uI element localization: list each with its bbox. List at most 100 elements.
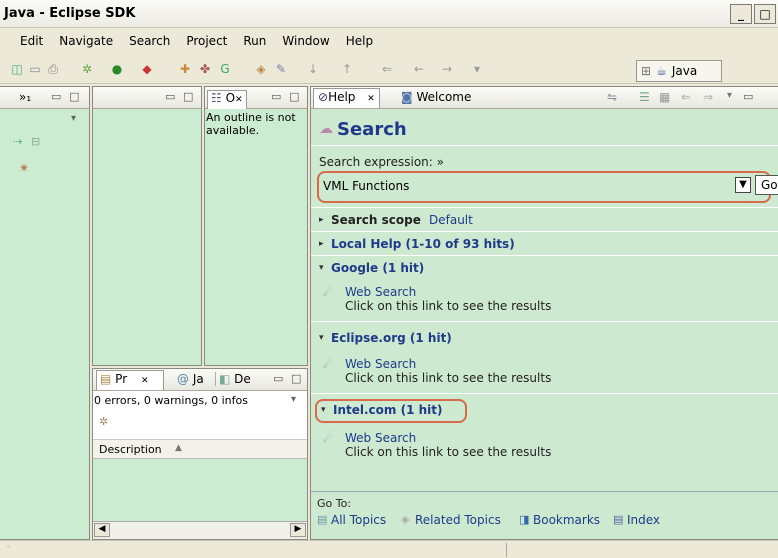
open-type-icon[interactable]: ◈ xyxy=(254,62,268,76)
web-search-icon: ☄ xyxy=(323,285,334,299)
editor-area: ▭ □ xyxy=(92,86,202,366)
outline-tab[interactable]: ☷ O✕ xyxy=(207,90,247,109)
view-menu-icon[interactable]: ▾ xyxy=(727,90,732,101)
maximize-icon[interactable]: □ xyxy=(183,90,193,103)
minimize-icon[interactable]: ▭ xyxy=(273,372,283,385)
bookmark-icon[interactable]: ▦ xyxy=(659,90,670,104)
collapse-icon[interactable]: ▾ xyxy=(319,333,324,343)
project-icon[interactable]: ✷ xyxy=(19,161,29,175)
minimize-icon[interactable]: ▭ xyxy=(743,90,753,103)
google-header[interactable]: Google (1 hit) xyxy=(331,261,424,275)
javadoc-icon: @ xyxy=(177,372,189,386)
external-tools-icon[interactable]: ◆ xyxy=(140,62,154,76)
javadoc-tab[interactable]: @ Ja xyxy=(177,372,204,386)
view-menu-icon[interactable]: ▾ xyxy=(291,394,296,405)
scroll-right-icon[interactable]: ▶ xyxy=(290,523,306,537)
search-icon: ☁ xyxy=(319,121,333,137)
eclipse-header[interactable]: Eclipse.org (1 hit) xyxy=(331,331,452,345)
history-back-icon[interactable]: ← xyxy=(412,62,426,76)
expand-icon[interactable]: ▸ xyxy=(319,239,324,249)
search-scope-label: Search scope xyxy=(331,213,421,227)
minimize-icon[interactable]: ▭ xyxy=(165,90,175,103)
help-icon: ⊘ xyxy=(318,90,329,104)
left-panel-tab[interactable]: »₁ xyxy=(19,90,31,104)
new-class-icon[interactable]: ✤ xyxy=(198,62,212,76)
filter-icon[interactable]: ✲ xyxy=(99,415,108,428)
maximize-icon[interactable]: □ xyxy=(289,90,299,103)
all-topics-link[interactable]: All Topics xyxy=(331,513,386,527)
web-search-desc: Click on this link to see the results xyxy=(345,371,552,385)
web-search-link[interactable]: Web Search xyxy=(345,357,416,371)
menu-project[interactable]: Project xyxy=(186,34,227,48)
sort-icon: ▲ xyxy=(175,443,182,453)
status-bar: ◦ xyxy=(0,540,778,558)
sync-toc-icon[interactable]: ⇋ xyxy=(607,90,617,104)
next-annotation-icon[interactable]: ↓ xyxy=(306,62,320,76)
link-editor-icon[interactable]: ⇢ xyxy=(13,135,22,148)
minimize-button[interactable]: _ xyxy=(730,4,752,24)
package-explorer-panel: »₁ ▭ □ ▾ ⇢ ⊟ ✷ xyxy=(0,86,90,540)
perspective-switcher[interactable]: ⊞ ☕ Java xyxy=(636,60,722,82)
collapse-icon[interactable]: ⊟ xyxy=(31,135,40,148)
maximize-icon[interactable]: □ xyxy=(291,372,301,385)
minimize-icon[interactable]: ▭ xyxy=(271,90,281,103)
web-search-link[interactable]: Web Search xyxy=(345,285,416,299)
collapse-icon[interactable]: ▾ xyxy=(319,263,324,273)
help-tab[interactable]: ⊘Help ✕ xyxy=(313,88,380,108)
forward-icon[interactable]: ⇒ xyxy=(703,90,713,104)
problems-tab[interactable]: ▤ Pr ✕ xyxy=(96,370,164,390)
new-package-icon[interactable]: ✚ xyxy=(178,62,192,76)
menu-bar: Edit Navigate Search Project Run Window … xyxy=(0,29,778,53)
forward-icon[interactable]: → xyxy=(440,62,454,76)
welcome-tab[interactable]: ◙ Welcome xyxy=(401,90,471,104)
declaration-tab[interactable]: ◧ De xyxy=(215,372,251,386)
web-search-icon: ☄ xyxy=(323,357,334,371)
web-search-desc: Click on this link to see the results xyxy=(345,299,552,313)
close-icon[interactable]: ✕ xyxy=(141,376,149,386)
index-link[interactable]: Index xyxy=(627,513,660,527)
save-icon[interactable]: ▭ xyxy=(28,62,42,76)
related-topics-link[interactable]: Related Topics xyxy=(415,513,501,527)
search-scope-link[interactable]: Default xyxy=(429,213,473,227)
menu-navigate[interactable]: Navigate xyxy=(59,34,113,48)
bookmarks-link[interactable]: Bookmarks xyxy=(533,513,600,527)
search-heading: Search xyxy=(337,119,407,140)
run-icon[interactable]: ● xyxy=(110,62,124,76)
menu-run[interactable]: Run xyxy=(243,34,266,48)
new-interface-icon[interactable]: G xyxy=(218,62,232,76)
local-help-header[interactable]: Local Help (1-10 of 93 hits) xyxy=(331,237,515,251)
outline-panel: ☷ O✕ ▭ □ An outline is not available. xyxy=(204,86,308,366)
close-icon[interactable]: ✕ xyxy=(367,94,375,104)
menu-search[interactable]: Search xyxy=(129,34,170,48)
web-search-link[interactable]: Web Search xyxy=(345,431,416,445)
show-toc-icon[interactable]: ☰ xyxy=(639,90,650,104)
description-column-header[interactable]: Description ▲ xyxy=(93,439,307,459)
edit-icon[interactable]: ✎ xyxy=(274,62,288,76)
web-search-desc: Click on this link to see the results xyxy=(345,445,552,459)
dropdown-icon[interactable]: ▾ xyxy=(470,62,484,76)
debug-icon[interactable]: ✲ xyxy=(80,62,94,76)
problems-panel: ▤ Pr ✕ @ Ja ◧ De ▭ □ 0 errors, 0 warning… xyxy=(92,368,308,540)
back-icon[interactable]: ⇐ xyxy=(681,90,691,104)
maximize-icon[interactable]: □ xyxy=(69,90,79,103)
print-icon[interactable]: ⎙ xyxy=(46,62,60,76)
scroll-left-icon[interactable]: ◀ xyxy=(94,523,110,537)
history-dropdown-icon[interactable]: ▼ xyxy=(735,177,751,193)
view-menu-icon[interactable]: ▾ xyxy=(71,113,76,124)
all-topics-icon: ▤ xyxy=(317,513,328,526)
related-topics-icon: ◈ xyxy=(401,513,410,526)
expand-scope-icon[interactable]: ▸ xyxy=(319,215,324,225)
menu-help[interactable]: Help xyxy=(346,34,373,48)
maximize-button[interactable]: □ xyxy=(754,4,776,24)
menu-edit[interactable]: Edit xyxy=(20,34,43,48)
minimize-icon[interactable]: ▭ xyxy=(51,90,61,103)
new-icon[interactable]: ◫ xyxy=(10,62,24,76)
menu-window[interactable]: Window xyxy=(282,34,329,48)
intel-header-highlight xyxy=(315,399,467,423)
back-icon[interactable]: ⇐ xyxy=(380,62,394,76)
prev-annotation-icon[interactable]: ↑ xyxy=(340,62,354,76)
open-perspective-icon[interactable]: ⊞ xyxy=(641,64,651,78)
close-icon[interactable]: ✕ xyxy=(235,95,243,105)
horizontal-scrollbar[interactable]: ◀ ▶ xyxy=(93,521,307,539)
go-button[interactable]: Go xyxy=(755,175,778,195)
